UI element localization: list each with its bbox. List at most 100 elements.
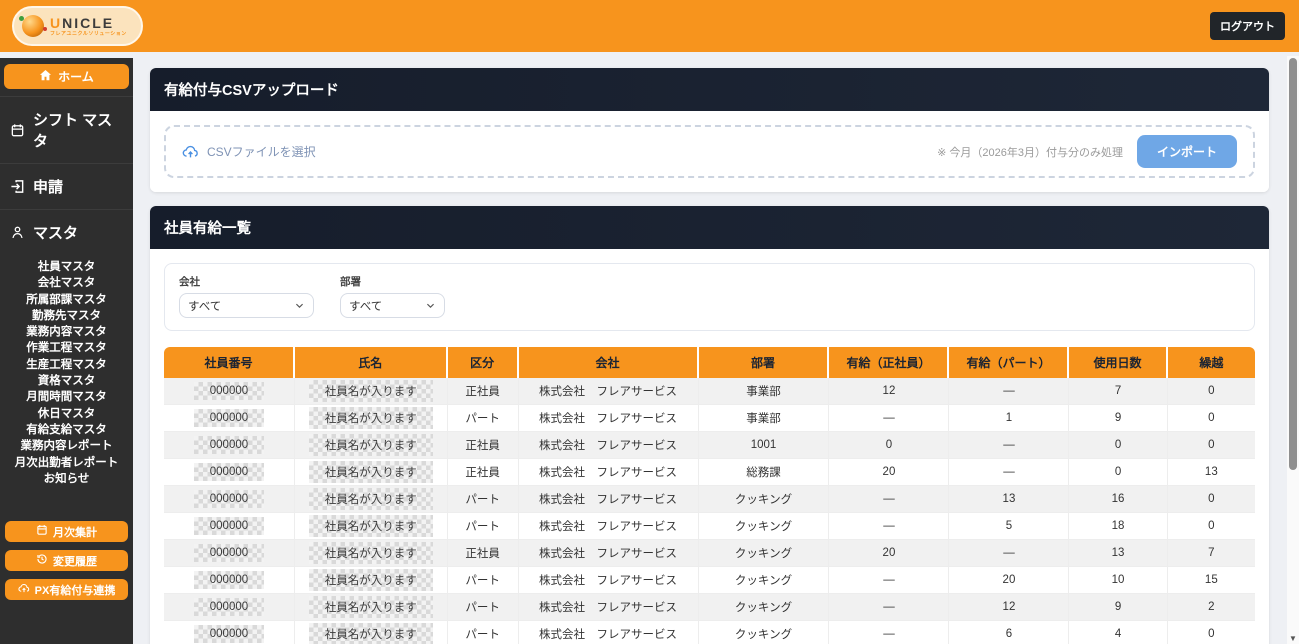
sidebar-item-monthly-summary[interactable]: 月次集計	[5, 521, 128, 543]
sidebar-subitem[interactable]: 有給支給マスタ	[0, 422, 133, 438]
table-cell: 総務課	[698, 459, 830, 486]
table-cell: —	[949, 378, 1070, 405]
sidebar-section-label: シフト マスタ	[33, 112, 113, 150]
sidebar-action-label: PX有給付与連携	[34, 584, 116, 597]
csv-file-select-button[interactable]: CSVファイルを選択	[182, 143, 316, 160]
table-row: 000000 社員名が入ります パート 株式会社 フレアサービス クッキング —6 4 0	[164, 621, 1255, 644]
table-cell: —	[949, 432, 1070, 459]
employee-table: 社員番号 氏名 区分 会社 部署 有給（正社員） 有給（パート） 使用日数 繰越 000000 社…	[164, 347, 1255, 644]
page-scrollbar[interactable]: ▼	[1287, 56, 1299, 644]
sidebar-item-application[interactable]: 申請	[0, 164, 133, 210]
company-filter-select[interactable]: すべて	[179, 293, 314, 318]
calendar-icon	[36, 524, 48, 539]
table-column-header: 使用日数	[1069, 347, 1168, 378]
table-cell: 社員名が入ります	[294, 432, 448, 459]
logo-sphere-icon	[19, 15, 47, 37]
employee-name-censored: 社員名が入ります	[309, 488, 433, 510]
logout-button[interactable]: ログアウト	[1210, 12, 1285, 40]
table-cell: —	[949, 540, 1070, 567]
table-column-header: 繰越	[1167, 347, 1255, 378]
sidebar-subitem[interactable]: 月次出勤者レポート	[0, 455, 133, 471]
sidebar-subitem[interactable]: 業務内容マスタ	[0, 324, 133, 340]
sidebar-subitem[interactable]: 生産工程マスタ	[0, 357, 133, 373]
employee-table-header: 社員番号 氏名 区分 会社 部署 有給（正社員） 有給（パート） 使用日数 繰越	[164, 347, 1255, 378]
sidebar-subitem[interactable]: 作業工程マスタ	[0, 340, 133, 356]
table-cell: 社員名が入ります	[294, 513, 448, 540]
table-cell: 20	[949, 567, 1070, 594]
sidebar-item-master[interactable]: マスタ	[0, 210, 133, 255]
table-cell: パート	[447, 594, 519, 621]
table-cell: 20	[829, 459, 950, 486]
company-filter-label: 会社	[179, 276, 200, 288]
table-cell: 000000	[164, 513, 295, 540]
table-cell: 社員名が入ります	[294, 486, 448, 513]
upload-note: ※ 今月（2026年3月）付与分のみ処理	[937, 146, 1123, 159]
table-cell: 7	[1167, 540, 1255, 567]
company-filter-value: すべて	[188, 300, 222, 313]
sidebar-subitem[interactable]: お知らせ	[0, 471, 133, 487]
sidebar-subitem[interactable]: 所属部課マスタ	[0, 292, 133, 308]
table-cell: 18	[1069, 513, 1168, 540]
employee-number-censored: 000000	[194, 544, 264, 562]
table-cell: —	[949, 459, 1070, 486]
sidebar-subitem[interactable]: 社員マスタ	[0, 259, 133, 275]
table-cell: 000000	[164, 405, 295, 432]
table-cell: 事業部	[698, 378, 830, 405]
table-row: 000000 社員名が入ります パート 株式会社 フレアサービス クッキング —5 18 0	[164, 513, 1255, 540]
table-cell: 10	[1069, 567, 1168, 594]
table-cell: パート	[447, 567, 519, 594]
app-logo[interactable]: UNICLE フレアユニクルソリューション	[12, 6, 143, 46]
sidebar-subitem[interactable]: 月間時間マスタ	[0, 389, 133, 405]
table-column-header: 社員番号	[164, 347, 295, 378]
table-cell: 000000	[164, 621, 295, 644]
table-cell: —	[829, 405, 950, 432]
sidebar-subitem[interactable]: 業務内容レポート	[0, 438, 133, 454]
table-cell: 000000	[164, 486, 295, 513]
employee-number-censored: 000000	[194, 571, 264, 589]
csv-upload-card-title: 有給付与CSVアップロード	[150, 68, 1269, 111]
table-cell: —	[829, 513, 950, 540]
table-cell: 1	[949, 405, 1070, 432]
table-cell: 0	[1167, 621, 1255, 644]
sidebar-item-px-paid-leave-link[interactable]: PX有給付与連携	[5, 579, 128, 601]
table-cell: 1001	[698, 432, 830, 459]
table-cell: —	[829, 594, 950, 621]
scrollbar-thumb[interactable]	[1289, 58, 1297, 470]
logo-title: UNICLE	[50, 14, 115, 31]
table-row: 000000 社員名が入ります パート 株式会社 フレアサービス クッキング —20 10 1…	[164, 567, 1255, 594]
employee-name-censored: 社員名が入ります	[309, 434, 433, 456]
sidebar-item-shift-master[interactable]: シフト マスタ	[0, 97, 133, 164]
table-cell: パート	[447, 486, 519, 513]
table-cell: 株式会社 フレアサービス	[518, 405, 699, 432]
sidebar-subitem[interactable]: 休日マスタ	[0, 406, 133, 422]
table-cell: 正社員	[447, 432, 519, 459]
filter-box: 会社 すべて 部署 すべて	[164, 263, 1255, 331]
table-cell: 事業部	[698, 405, 830, 432]
table-cell: クッキング	[698, 567, 830, 594]
table-cell: 000000	[164, 594, 295, 621]
department-filter-select[interactable]: すべて	[340, 293, 445, 318]
sidebar-item-change-history[interactable]: 変更履歴	[5, 550, 128, 572]
sidebar-subitem[interactable]: 会社マスタ	[0, 275, 133, 291]
employee-name-censored: 社員名が入ります	[309, 596, 433, 618]
table-cell: 社員名が入ります	[294, 621, 448, 644]
import-button[interactable]: インポート	[1136, 135, 1237, 168]
csv-dropzone[interactable]: CSVファイルを選択 ※ 今月（2026年3月）付与分のみ処理 インポート	[164, 125, 1255, 178]
employee-number-censored: 000000	[194, 625, 264, 643]
csv-upload-card: 有給付与CSVアップロード CSVファイルを選択 ※ 今月（2026年3月）付与…	[150, 68, 1269, 192]
table-cell: 社員名が入ります	[294, 540, 448, 567]
sidebar-item-home[interactable]: ホーム	[4, 64, 129, 89]
table-cell: 000000	[164, 567, 295, 594]
sidebar-subitem[interactable]: 勤務先マスタ	[0, 308, 133, 324]
table-row: 000000 社員名が入ります パート 株式会社 フレアサービス クッキング —13 16 0	[164, 486, 1255, 513]
table-cell: 株式会社 フレアサービス	[518, 567, 699, 594]
scrollbar-down-arrow[interactable]: ▼	[1287, 634, 1299, 643]
table-column-header: 有給（パート）	[949, 347, 1070, 378]
table-cell: クッキング	[698, 540, 830, 567]
table-column-header: 区分	[447, 347, 519, 378]
table-cell: 20	[829, 540, 950, 567]
table-cell: パート	[447, 513, 519, 540]
employee-number-censored: 000000	[194, 490, 264, 508]
table-cell: 株式会社 フレアサービス	[518, 378, 699, 405]
sidebar-subitem[interactable]: 資格マスタ	[0, 373, 133, 389]
